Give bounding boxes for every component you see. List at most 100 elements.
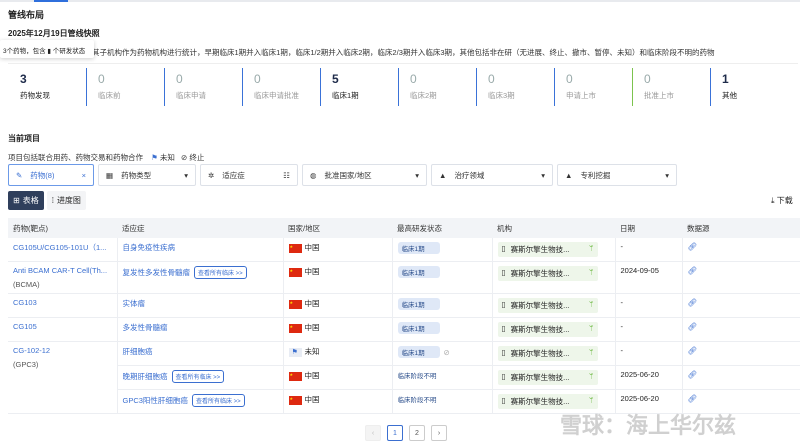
org-cell: ▯ 赛斯尔擎生物技... ᛘ <box>492 317 616 342</box>
document-icon: ▯ <box>501 372 506 381</box>
filter-patent[interactable]: ▲ 专利挖掘 ▾ <box>557 164 677 186</box>
org-tag[interactable]: ▯ 赛斯尔擎生物技... ᛘ <box>497 322 598 337</box>
column-header: 国家/地区 <box>283 218 392 238</box>
stage-count: 0 <box>566 72 573 86</box>
stage-count: 0 <box>176 72 183 86</box>
filter-label: 适应症 <box>222 170 245 180</box>
country-cell: 未知 <box>283 341 393 366</box>
download-button[interactable]: ⤓ 下载 <box>771 195 793 206</box>
stage-1[interactable]: 0 临床前 <box>86 64 164 109</box>
filter-country[interactable]: ◍ 批准国家/地区 ▾ <box>302 164 427 186</box>
link-icon[interactable]: 🔗︎ <box>688 346 698 355</box>
stage-0[interactable]: 3 药物发现 <box>8 64 86 109</box>
indication-cell: 肝细胞癌 <box>117 341 284 366</box>
tab-table[interactable]: ⊞ 表格 <box>8 191 44 210</box>
drug-link[interactable]: CG105 <box>13 322 112 331</box>
status-text: 临床阶段不明 <box>397 397 437 404</box>
source-cell: 🔗︎ <box>682 365 800 390</box>
org-tag[interactable]: ▯ 赛斯尔擎生物技... ᛘ <box>497 298 598 313</box>
desc-text: 项目包括联合用药、药物交易和药物合作 <box>8 153 143 162</box>
drug-link[interactable]: CG105U/CG105-101U（1... <box>13 242 112 253</box>
org-cell: ▯ 赛斯尔擎生物技... ᛘ <box>492 341 616 366</box>
table-row: CG105 多发性骨髓瘤 中国 临床1期 ▯ 赛斯尔擎生物技... ᛘ - 🔗︎ <box>8 317 800 342</box>
stage-label: 临床3期 <box>488 91 515 100</box>
org-tag[interactable]: ▯ 赛斯尔擎生物技... ᛘ <box>497 370 598 385</box>
indication-link[interactable]: 肝细胞癌 <box>123 347 153 356</box>
table-row: CG103 实体瘤 中国 临床1期 ▯ 赛斯尔擎生物技... ᛘ - 🔗︎ <box>8 293 800 318</box>
filter-therapeutic-area[interactable]: ▲ 治疗领域 ▾ <box>431 164 553 186</box>
org-tag[interactable]: ▯ 赛斯尔擎生物技... ᛘ <box>497 242 598 257</box>
view-all-trials-button[interactable]: 查看所有临床 >> <box>171 370 225 383</box>
link-icon[interactable]: 🔗︎ <box>688 370 698 379</box>
clear-icon[interactable]: × <box>82 171 86 180</box>
source-cell: 🔗︎ <box>682 317 800 342</box>
stage-count: 1 <box>722 72 729 86</box>
stage-count: 0 <box>644 72 651 86</box>
indication-cell: GPC3阳性肝细胞癌 查看所有临床 >> <box>117 389 284 414</box>
status-cell: 临床1期 <box>392 238 493 262</box>
stage-label: 申请上市 <box>566 91 596 100</box>
drug-link[interactable]: Anti BCAM CAR-T Cell(Th... <box>13 266 112 275</box>
drug-target: (GPC3) <box>13 360 39 369</box>
org-tag[interactable]: ▯ 赛斯尔擎生物技... ᛘ <box>497 266 598 281</box>
area-icon: ▲ <box>439 170 447 180</box>
country-name: 中国 <box>304 323 320 332</box>
country-name: 未知 <box>304 347 320 356</box>
link-icon[interactable]: 🔗︎ <box>688 394 698 403</box>
stage-3[interactable]: 0 临床申请批准 <box>242 64 320 109</box>
filter-drug[interactable]: ✎ 药物(8) × <box>8 164 94 186</box>
link-icon[interactable]: 🔗︎ <box>688 242 698 251</box>
org-cell: ▯ 赛斯尔擎生物技... ᛘ <box>492 365 616 390</box>
indication-link[interactable]: 复发性多发性骨髓瘤 <box>123 268 191 277</box>
china-flag-icon <box>288 267 302 277</box>
prev-page-button[interactable]: ‹ <box>365 425 381 441</box>
sprout-icon: ᛘ <box>589 348 594 357</box>
next-page-button[interactable]: › <box>431 425 447 441</box>
page-1-button[interactable]: 1 <box>387 425 403 441</box>
stage-7[interactable]: 0 申请上市 <box>554 64 632 109</box>
tab-progress[interactable]: ⁞ 进度图 <box>46 191 86 210</box>
stage-9[interactable]: 1 其他 <box>710 64 788 109</box>
view-all-trials-button[interactable]: 查看所有临床 >> <box>194 266 247 279</box>
filter-drug-type[interactable]: ▦ 药物类型 ▾ <box>98 164 196 186</box>
org-tag[interactable]: ▯ 赛斯尔擎生物技... ᛘ <box>497 346 598 361</box>
date-cell: 2025-06-20 <box>615 365 683 390</box>
indication-link[interactable]: 自身免疫性疾病 <box>123 243 176 252</box>
stage-8[interactable]: 0 批准上市 <box>632 64 710 109</box>
country-cell: 中国 <box>283 238 393 262</box>
view-all-trials-button[interactable]: 查看所有临床 >> <box>191 394 245 407</box>
indication-link[interactable]: GPC3阳性肝细胞癌 <box>123 396 188 405</box>
flag-icon: ⚑ <box>151 153 158 162</box>
stage-label: 其他 <box>722 91 737 100</box>
link-icon[interactable]: 🔗︎ <box>688 266 698 275</box>
stage-label: 批准上市 <box>644 91 674 100</box>
stage-4[interactable]: 5 临床1期 <box>320 64 398 109</box>
org-cell: ▯ 赛斯尔擎生物技... ᛘ <box>492 293 616 318</box>
chevron-down-icon: ▾ <box>541 170 545 180</box>
date-cell: - <box>615 238 683 262</box>
source-cell: 🔗︎ <box>682 341 800 366</box>
drug-link[interactable]: CG103 <box>13 298 112 307</box>
org-tag[interactable]: ▯ 赛斯尔擎生物技... ᛘ <box>497 394 598 409</box>
org-cell: ▯ 赛斯尔擎生物技... ᛘ <box>492 261 616 294</box>
drug-link[interactable]: CG-102-12 <box>13 346 112 355</box>
stage-count: 0 <box>488 72 495 86</box>
unknown-flag-icon <box>288 347 302 357</box>
document-icon: ▯ <box>501 324 506 333</box>
indication-link[interactable]: 多发性骨髓瘤 <box>123 323 168 332</box>
stage-count: 3 <box>20 72 27 86</box>
stage-2[interactable]: 0 临床申请 <box>164 64 242 109</box>
stop-icon: ⊘ <box>443 348 450 357</box>
stage-5[interactable]: 0 临床2期 <box>398 64 476 109</box>
org-name: 赛斯尔擎生物技... <box>510 373 570 382</box>
indication-link[interactable]: 晚期肝细胞癌 <box>123 372 168 381</box>
sprout-icon: ᛘ <box>589 372 594 381</box>
link-icon[interactable]: 🔗︎ <box>688 298 698 307</box>
indication-link[interactable]: 实体瘤 <box>123 299 146 308</box>
indication-cell: 自身免疫性疾病 <box>117 238 284 262</box>
filter-indication[interactable]: ✲ 适应症 ☷ <box>200 164 298 186</box>
stage-6[interactable]: 0 临床3期 <box>476 64 554 109</box>
china-flag-icon <box>288 243 302 253</box>
page-2-button[interactable]: 2 <box>409 425 425 441</box>
link-icon[interactable]: 🔗︎ <box>688 322 698 331</box>
